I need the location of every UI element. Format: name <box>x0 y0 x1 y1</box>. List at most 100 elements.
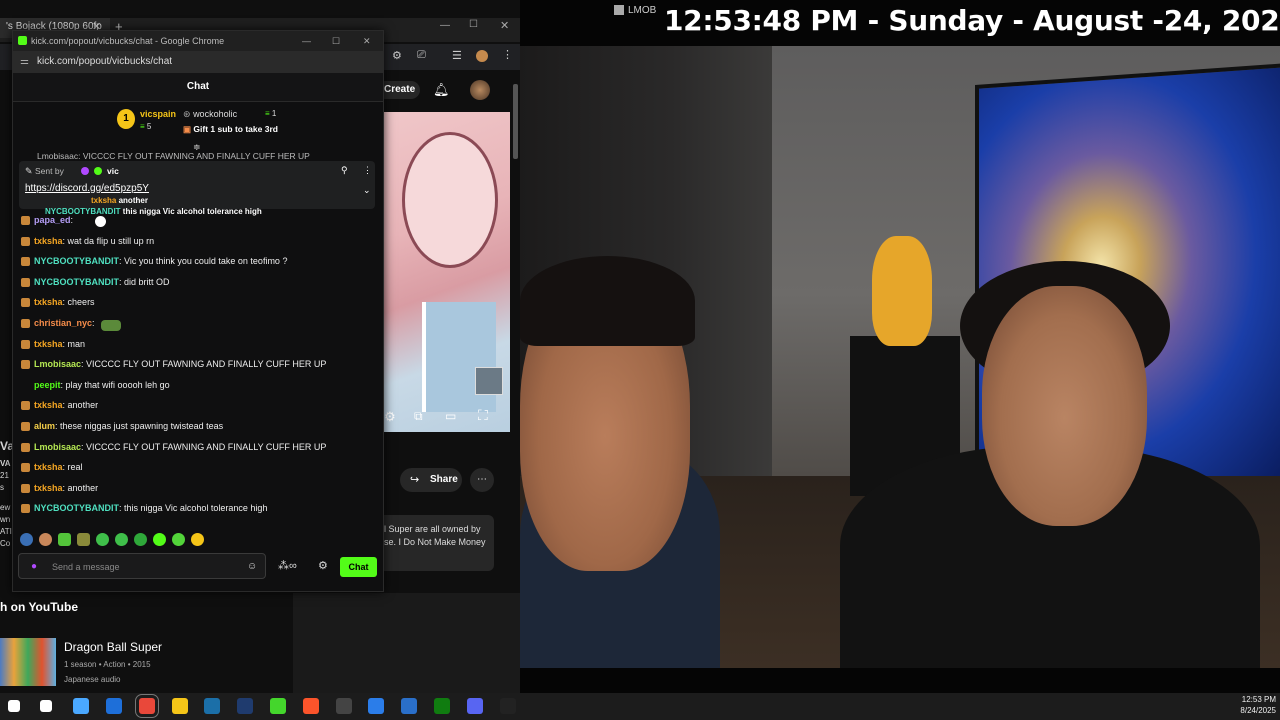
chat-message[interactable]: txksha: another <box>21 398 98 412</box>
page-scrollbar[interactable] <box>513 84 518 159</box>
youtube-video-player[interactable] <box>382 112 510 432</box>
kick-icon[interactable] <box>500 698 516 714</box>
theater-mode-icon[interactable]: ▭ <box>445 409 456 423</box>
chat-message[interactable]: txksha: man <box>21 337 85 351</box>
emote-icon[interactable] <box>153 533 166 546</box>
chat-message-input[interactable]: ● Send a message ☺ <box>18 553 266 579</box>
profile-avatar[interactable] <box>476 50 488 62</box>
chat-close-icon[interactable]: ✕ <box>363 31 371 51</box>
cast-icon[interactable]: ⎚ <box>417 49 426 62</box>
chat-username[interactable]: peepit <box>34 380 61 390</box>
maximize-icon[interactable]: ☐ <box>469 19 478 30</box>
chat-message[interactable]: NYCBOOTYBANDIT: did britt OD <box>21 275 170 289</box>
chat-username[interactable]: NYCBOOTYBANDIT <box>34 277 119 287</box>
miniplayer-icon[interactable]: ⧉ <box>414 409 423 424</box>
site-info-icon[interactable]: ⚌ <box>20 51 29 73</box>
chat-username[interactable]: txksha <box>34 462 63 472</box>
emote-icon[interactable] <box>58 533 71 546</box>
pinned-menu-icon[interactable]: ⋮ <box>363 165 372 176</box>
chat-message[interactable]: christian_nyc: <box>21 316 95 330</box>
video-description[interactable]: l Super are all owned by se. I Do Not Ma… <box>378 515 494 571</box>
chat-username[interactable]: txksha <box>34 236 63 246</box>
show-card[interactable]: Dragon Ball Super 1 season • Action • 20… <box>0 638 293 693</box>
chat-message[interactable]: txksha: real <box>21 460 83 474</box>
chat-minimize-icon[interactable]: — <box>302 31 311 51</box>
leader-first-name[interactable]: vicspain <box>140 109 176 119</box>
search-icon[interactable] <box>40 700 52 712</box>
extensions-icon[interactable]: ⚙ <box>392 49 402 62</box>
chat-maximize-icon[interactable]: ☐ <box>332 31 340 51</box>
settings-gear-icon[interactable]: ⚙ <box>384 409 396 425</box>
chat-username[interactable]: txksha <box>34 400 63 410</box>
emote-icon[interactable] <box>96 533 109 546</box>
file-explorer-icon[interactable] <box>172 698 188 714</box>
show-title[interactable]: Dragon Ball Super <box>64 640 162 654</box>
reading-list-icon[interactable]: ☰ <box>452 49 462 62</box>
pinned-link[interactable]: https://discord.gg/ed5pzp5Y <box>25 183 149 194</box>
chat-message[interactable]: Lmobisaac: VICCCC FLY OUT FAWNING AND FI… <box>21 357 326 371</box>
chat-message[interactable]: papa_ed: <box>21 213 73 227</box>
photoshop-icon[interactable] <box>237 698 253 714</box>
chat-username[interactable]: alum <box>34 421 55 431</box>
chat-message[interactable]: txksha: cheers <box>21 295 95 309</box>
chat-username[interactable]: Lmobisaac <box>34 442 81 452</box>
chat-message[interactable]: NYCBOOTYBANDIT: this nigga Vic alcohol t… <box>21 501 267 515</box>
emote-icon[interactable] <box>20 533 33 546</box>
xbox-icon[interactable] <box>434 698 450 714</box>
chat-username[interactable]: Lmobisaac <box>34 359 81 369</box>
close-window-icon[interactable]: ✕ <box>500 19 509 32</box>
fullscreen-icon[interactable]: ⛶ <box>478 407 488 424</box>
share-button[interactable]: ↪ Share <box>400 468 462 492</box>
taskbar-date[interactable]: 8/24/2025 <box>1236 706 1276 715</box>
expand-pinned-icon[interactable]: ⌄ <box>363 185 371 196</box>
chat-username[interactable]: NYCBOOTYBANDIT <box>34 256 119 266</box>
account-avatar[interactable] <box>470 80 490 100</box>
chat-username[interactable]: txksha <box>34 297 63 307</box>
unpin-icon[interactable]: ⚲ <box>341 165 348 176</box>
emote-icon[interactable] <box>115 533 128 546</box>
emote-icon[interactable] <box>39 533 52 546</box>
razer-icon[interactable] <box>270 698 286 714</box>
taskbar-time[interactable]: 12:53 PM <box>1236 695 1276 704</box>
copilot-icon[interactable] <box>73 698 89 714</box>
more-actions-icon[interactable]: ⋯ <box>470 468 494 492</box>
notifications-bell-icon[interactable]: 🔔︎ <box>433 82 450 98</box>
chat-username[interactable]: txksha <box>34 483 63 493</box>
chat-message[interactable]: txksha: wat da flip u still up rn <box>21 234 154 248</box>
steam-icon[interactable] <box>204 698 220 714</box>
minimize-icon[interactable]: — <box>440 20 450 31</box>
emoji-picker-icon[interactable]: ☺ <box>247 554 257 580</box>
chrome-icon[interactable] <box>135 694 159 718</box>
obs-icon[interactable] <box>336 698 352 714</box>
rewards-icon[interactable]: ⁂∞ <box>278 559 297 572</box>
send-chat-button[interactable]: Chat <box>340 557 377 577</box>
pinned-author[interactable]: vic <box>107 166 119 176</box>
chat-message[interactable]: NYCBOOTYBANDIT: Vic you think you could … <box>21 254 287 268</box>
chat-username[interactable]: NYCBOOTYBANDIT <box>34 503 119 513</box>
pinned-message[interactable]: ✎ Sent by vic ⚲ ⋮ https://discord.gg/ed5… <box>19 161 375 209</box>
emote-icon[interactable] <box>172 533 185 546</box>
emote-icon[interactable] <box>134 533 147 546</box>
leader-second[interactable]: ⊛ wockoholic <box>183 109 237 120</box>
windows-start-icon[interactable] <box>8 700 20 712</box>
vscode-icon[interactable] <box>401 698 417 714</box>
mic-icon[interactable]: ● <box>31 554 37 580</box>
chat-message[interactable]: Lmobisaac: VICCCC FLY OUT FAWNING AND FI… <box>21 440 326 454</box>
browser-menu-icon[interactable]: ⋮ <box>502 48 513 61</box>
brave-icon[interactable] <box>303 698 319 714</box>
discord-icon[interactable] <box>467 698 483 714</box>
chat-url-bar[interactable]: ⚌ kick.com/popout/vicbucks/chat <box>13 51 383 73</box>
chat-message[interactable]: alum: these niggas just spawning twistea… <box>21 419 223 433</box>
chat-username[interactable]: christian_nyc <box>34 318 92 328</box>
chat-message[interactable]: peepit: play that wifi ooooh leh go <box>21 378 170 392</box>
chat-message[interactable]: txksha: another <box>21 481 98 495</box>
gift-prompt[interactable]: ▣ Gift 1 sub to take 3rd <box>183 124 278 135</box>
chat-username[interactable]: txksha <box>34 339 63 349</box>
outlook-icon[interactable] <box>106 698 122 714</box>
chat-settings-icon[interactable]: ⚙ <box>318 559 328 572</box>
store-icon[interactable] <box>368 698 384 714</box>
chat-username[interactable]: papa_ed <box>34 215 71 225</box>
chat-message-list[interactable]: papa_ed: txksha: wat da flip u still up … <box>21 213 376 525</box>
chat-url[interactable]: kick.com/popout/vicbucks/chat <box>37 51 172 73</box>
emote-icon[interactable] <box>77 533 90 546</box>
